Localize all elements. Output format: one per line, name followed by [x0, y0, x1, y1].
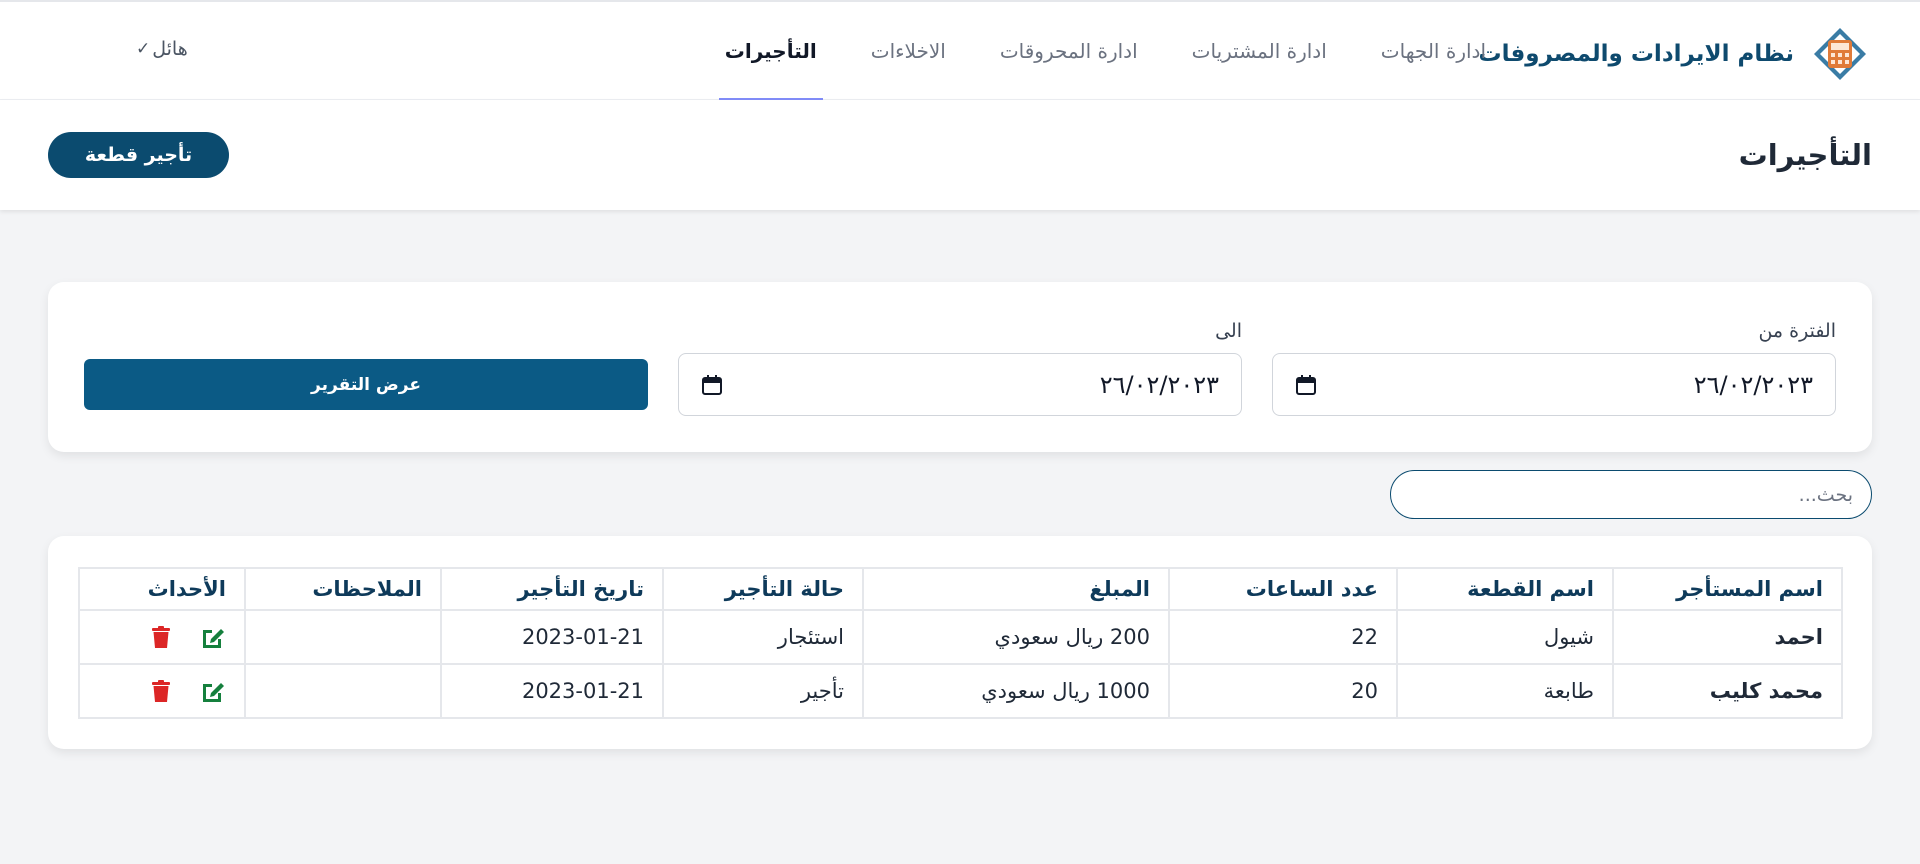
trash-icon[interactable]	[148, 678, 174, 704]
nav-link-fuel[interactable]: ادارة المحروقات	[994, 2, 1144, 100]
nav-link-purchases[interactable]: ادارة المشتريات	[1186, 2, 1333, 100]
col-hours-header[interactable]: عدد الساعات	[1168, 567, 1398, 611]
to-date-input[interactable]: ٢٦/٠٢/٢٠٢٣	[678, 353, 1242, 416]
col-item-header[interactable]: اسم القطعة	[1396, 567, 1614, 611]
show-report-button[interactable]: عرض التقرير	[84, 359, 648, 410]
user-menu[interactable]: هائل ✓	[136, 38, 188, 60]
to-date-label: الى	[1215, 320, 1242, 342]
col-status-header[interactable]: حالة التأجير	[662, 567, 864, 611]
table-row: احمد شيول 22 200 ريال سعودي استئجار 2023…	[78, 609, 1843, 665]
rental-status: استئجار	[662, 609, 864, 665]
filter-card: الفترة من ٢٦/٠٢/٢٠٢٣ الى ٢٦/٠٢/٢٠٢٣ عرض …	[48, 282, 1872, 452]
pencil-square-icon[interactable]	[200, 624, 226, 650]
hours-count: 20	[1168, 663, 1398, 719]
pencil-square-icon[interactable]	[200, 678, 226, 704]
notes	[244, 663, 442, 719]
rentals-table: اسم المستأجر اسم القطعة عدد الساعات المب…	[78, 567, 1843, 719]
rental-date: 2023-01-21	[440, 663, 664, 719]
nav-link-rentals[interactable]: التأجيرات	[718, 2, 823, 101]
from-date-value: ٢٦/٠٢/٢٠٢٣	[1693, 370, 1813, 399]
user-name: هائل	[152, 38, 188, 60]
table-row: محمد كليب طابعة 20 1000 ريال سعودي تأجير…	[78, 663, 1843, 719]
trash-icon[interactable]	[148, 624, 174, 650]
brand[interactable]: نظام الايرادات والمصروفات	[1479, 26, 1869, 82]
top-navbar: نظام الايرادات والمصروفات ادارة الجهات ا…	[0, 0, 1920, 101]
item-name: شيول	[1396, 609, 1614, 665]
calculator-diamond-icon	[1814, 28, 1866, 80]
amount: 200 ريال سعودي	[862, 609, 1170, 665]
actions-cell	[78, 609, 246, 665]
col-date-header[interactable]: تاريخ التأجير	[440, 567, 664, 611]
col-notes-header[interactable]: الملاحظات	[244, 567, 442, 611]
rentals-table-card: اسم المستأجر اسم القطعة عدد الساعات المب…	[48, 536, 1872, 749]
from-date-input[interactable]: ٢٦/٠٢/٢٠٢٣	[1272, 353, 1836, 416]
table-header-row: اسم المستأجر اسم القطعة عدد الساعات المب…	[78, 567, 1843, 611]
amount: 1000 ريال سعودي	[862, 663, 1170, 719]
col-actions-header: الأحداث	[78, 567, 246, 611]
notes	[244, 609, 442, 665]
page-header: التأجيرات تأجير قطعة	[0, 100, 1920, 210]
tenant-name: احمد	[1612, 609, 1843, 665]
nav-links: ادارة الجهات ادارة المشتريات ادارة المحر…	[718, 2, 1492, 101]
col-tenant-header[interactable]: اسم المستأجر	[1612, 567, 1843, 611]
col-amount-header[interactable]: المبلغ	[862, 567, 1170, 611]
rental-date: 2023-01-21	[440, 609, 664, 665]
nav-link-entities[interactable]: ادارة الجهات	[1375, 2, 1492, 100]
actions-cell	[78, 663, 246, 719]
app-title: نظام الايرادات والمصروفات	[1478, 41, 1795, 67]
chevron-down-icon: ✓	[136, 39, 151, 59]
calendar-icon[interactable]	[1295, 374, 1317, 396]
page-title: التأجيرات	[1738, 138, 1872, 172]
nav-link-evictions[interactable]: الاخلاءات	[865, 2, 952, 100]
item-name: طابعة	[1396, 663, 1614, 719]
to-date-value: ٢٦/٠٢/٢٠٢٣	[1099, 370, 1219, 399]
hours-count: 22	[1168, 609, 1398, 665]
rent-item-button[interactable]: تأجير قطعة	[48, 132, 229, 178]
tenant-name: محمد كليب	[1612, 663, 1843, 719]
calendar-icon[interactable]	[701, 374, 723, 396]
search-input[interactable]	[1390, 470, 1872, 519]
rental-status: تأجير	[662, 663, 864, 719]
from-date-label: الفترة من	[1758, 320, 1836, 342]
